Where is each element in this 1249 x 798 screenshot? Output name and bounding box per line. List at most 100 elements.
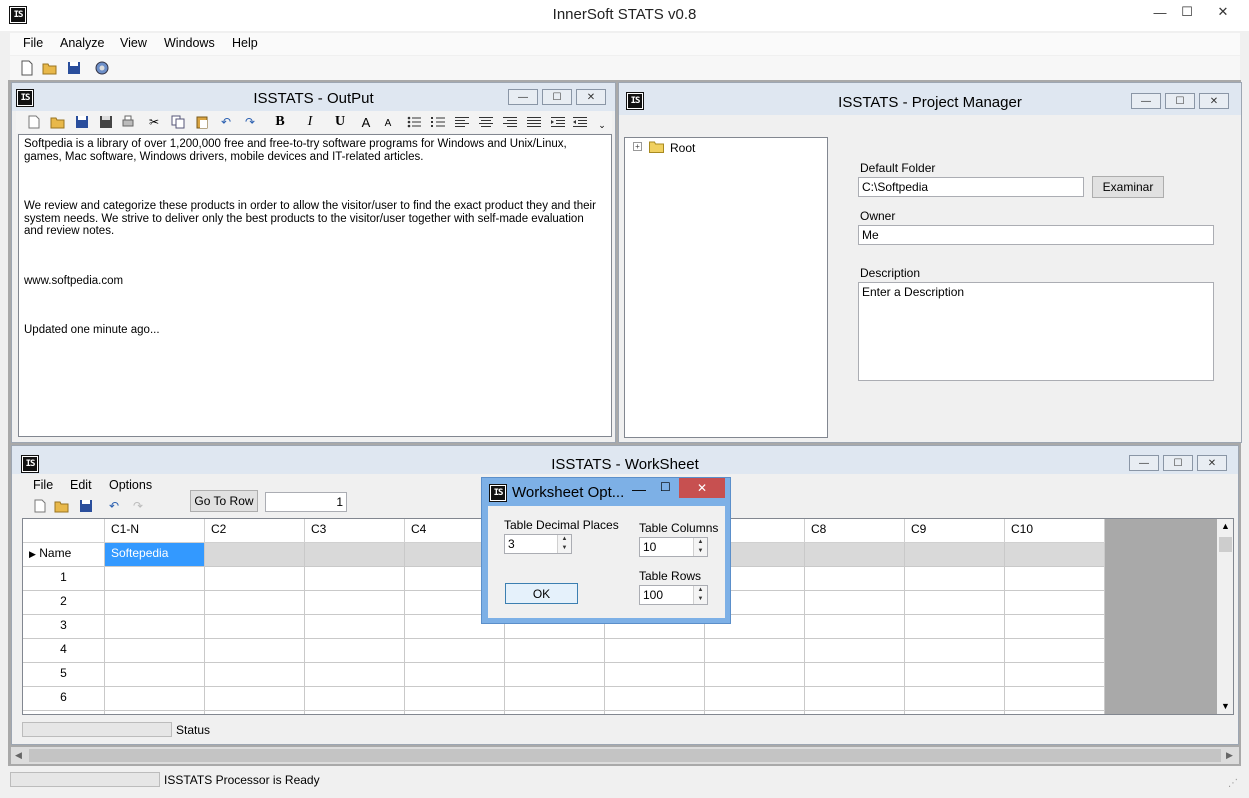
undo-icon[interactable]: ↶ <box>106 498 122 514</box>
grid-cell[interactable] <box>205 711 305 714</box>
grid-cell[interactable] <box>505 687 605 711</box>
project-close-button[interactable]: ✕ <box>1199 93 1229 109</box>
grid-cell[interactable] <box>605 639 705 663</box>
grid-cell[interactable] <box>305 711 405 714</box>
grid-cell[interactable] <box>905 591 1005 615</box>
grid-cell[interactable] <box>605 687 705 711</box>
grid-cell[interactable] <box>1005 687 1105 711</box>
table-columns-spinner[interactable]: 10 ▲ ▼ <box>639 537 708 557</box>
grid-cell[interactable] <box>905 567 1005 591</box>
save-as-icon[interactable] <box>98 114 114 130</box>
grid-cell[interactable] <box>905 639 1005 663</box>
grid-cell[interactable] <box>105 663 205 687</box>
go-to-row-button[interactable]: Go To Row <box>190 490 258 512</box>
grid-cell[interactable] <box>305 615 405 639</box>
grid-cell[interactable] <box>1005 663 1105 687</box>
grid-cell[interactable] <box>1005 567 1105 591</box>
dialog-close-button[interactable]: ✕ <box>679 478 725 498</box>
scroll-right-icon[interactable]: ▶ <box>1226 750 1233 761</box>
column-header[interactable]: C10 <box>1005 519 1105 543</box>
open-folder-icon[interactable] <box>50 114 66 130</box>
grid-cell[interactable] <box>905 687 1005 711</box>
open-folder-icon[interactable] <box>42 60 58 76</box>
new-doc-icon[interactable] <box>26 114 42 130</box>
mdi-horizontal-scrollbar[interactable]: ◀ ▶ <box>11 747 1239 764</box>
grid-cell[interactable] <box>505 639 605 663</box>
scroll-down-icon[interactable]: ▼ <box>1221 701 1230 711</box>
toolbar-overflow-icon[interactable]: ⌄ <box>594 117 610 133</box>
grid-cell[interactable] <box>205 663 305 687</box>
indent-icon[interactable] <box>550 114 566 130</box>
grid-cell[interactable] <box>905 711 1005 714</box>
name-row-header[interactable]: ▶ Name <box>23 543 105 567</box>
align-left-icon[interactable] <box>454 114 470 130</box>
font-shrink-icon[interactable]: A <box>380 115 396 131</box>
grid-cell[interactable] <box>705 639 805 663</box>
cut-icon[interactable]: ✂ <box>146 114 162 130</box>
output-minimize-button[interactable]: — <box>508 89 538 105</box>
scroll-thumb[interactable] <box>1219 537 1232 552</box>
grid-cell[interactable] <box>805 567 905 591</box>
undo-icon[interactable]: ↶ <box>218 114 234 130</box>
scroll-up-icon[interactable]: ▲ <box>1221 521 1230 531</box>
menu-windows[interactable]: Windows <box>164 36 215 50</box>
browse-button[interactable]: Examinar <box>1092 176 1164 198</box>
menu-file[interactable]: File <box>23 36 43 50</box>
name-cell-selected[interactable]: Softepedia <box>105 543 205 567</box>
new-file-icon[interactable] <box>19 60 35 76</box>
grid-cell[interactable] <box>805 615 905 639</box>
grid-cell[interactable] <box>405 687 505 711</box>
save-icon[interactable] <box>78 498 94 514</box>
spinner-arrows-icon[interactable]: ▲ ▼ <box>693 586 707 604</box>
name-cell[interactable] <box>905 543 1005 567</box>
grid-cell[interactable] <box>805 687 905 711</box>
grid-cell[interactable] <box>505 663 605 687</box>
italic-icon[interactable]: I <box>302 114 318 130</box>
outdent-icon[interactable] <box>572 114 588 130</box>
menu-help[interactable]: Help <box>232 36 258 50</box>
spinner-arrows-icon[interactable]: ▲ ▼ <box>693 538 707 556</box>
grid-cell[interactable] <box>205 615 305 639</box>
output-close-button[interactable]: ✕ <box>576 89 606 105</box>
open-folder-icon[interactable] <box>54 498 70 514</box>
worksheet-close-button[interactable]: ✕ <box>1197 455 1227 471</box>
paste-icon[interactable] <box>194 114 210 130</box>
align-center-icon[interactable] <box>478 114 494 130</box>
description-input[interactable]: Enter a Description <box>858 282 1214 381</box>
grid-cell[interactable] <box>105 567 205 591</box>
menu-view[interactable]: View <box>120 36 147 50</box>
row-header[interactable]: 2 <box>23 591 105 615</box>
grid-cell[interactable] <box>605 711 705 714</box>
scroll-left-icon[interactable]: ◀ <box>15 750 22 761</box>
column-header[interactable]: C2 <box>205 519 305 543</box>
row-header[interactable]: 6 <box>23 687 105 711</box>
underline-icon[interactable]: U <box>332 114 348 130</box>
grid-cell[interactable] <box>1005 711 1105 714</box>
menu-analyze[interactable]: Analyze <box>60 36 104 50</box>
settings-globe-icon[interactable] <box>94 60 110 76</box>
grid-cell[interactable] <box>505 711 605 714</box>
grid-cell[interactable] <box>805 711 905 714</box>
ok-button[interactable]: OK <box>505 583 578 604</box>
project-restore-button[interactable]: ☐ <box>1165 93 1195 109</box>
name-cell[interactable] <box>205 543 305 567</box>
worksheet-menu-file[interactable]: File <box>33 478 53 492</box>
bullet-list-icon[interactable] <box>406 114 422 130</box>
maximize-button[interactable]: ☐ <box>1172 0 1202 24</box>
row-header[interactable] <box>23 711 105 714</box>
dialog-maximize-button[interactable]: ☐ <box>660 480 671 494</box>
row-header[interactable]: 5 <box>23 663 105 687</box>
numbered-list-icon[interactable] <box>430 114 446 130</box>
grid-cell[interactable] <box>205 591 305 615</box>
grid-cell[interactable] <box>1005 591 1105 615</box>
grid-vertical-scrollbar[interactable]: ▲ ▼ <box>1217 519 1233 714</box>
row-header[interactable]: 3 <box>23 615 105 639</box>
resize-grip-icon[interactable]: ⋰ <box>1228 778 1238 789</box>
column-header[interactable]: C8 <box>805 519 905 543</box>
decimal-places-spinner[interactable]: 3 ▲ ▼ <box>504 534 572 554</box>
grid-cell[interactable] <box>405 711 505 714</box>
redo-icon[interactable]: ↷ <box>242 114 258 130</box>
minimize-button[interactable]: — <box>1145 0 1175 24</box>
output-restore-button[interactable]: ☐ <box>542 89 572 105</box>
align-right-icon[interactable] <box>502 114 518 130</box>
